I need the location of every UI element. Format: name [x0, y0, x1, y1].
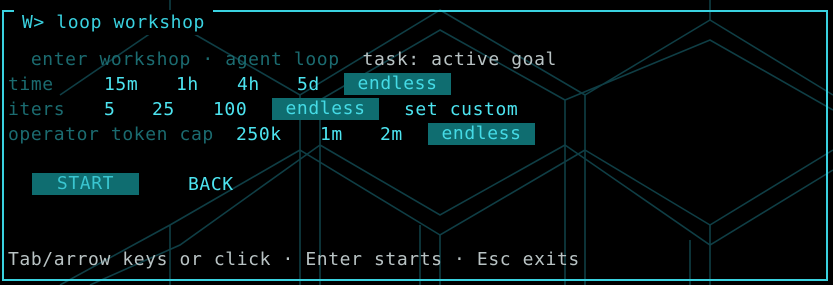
back-button[interactable]: BACK — [188, 172, 234, 197]
time-option-1h[interactable]: 1h — [176, 72, 199, 97]
task-label: task: active goal — [362, 49, 557, 70]
iters-set-custom[interactable]: set custom — [404, 97, 518, 122]
iters-option-5[interactable]: 5 — [104, 97, 115, 122]
iters-label: iters — [8, 99, 66, 120]
start-button[interactable]: START — [32, 173, 139, 195]
time-option-15m[interactable]: 15m — [104, 72, 138, 97]
token-cap-option-250k[interactable]: 250k — [236, 122, 282, 147]
time-label: time — [8, 74, 54, 95]
iters-option-endless-selected[interactable]: endless — [272, 98, 379, 120]
time-option-endless-selected[interactable]: endless — [344, 73, 451, 95]
time-option-5d[interactable]: 5d — [297, 72, 320, 97]
token-cap-option-2m[interactable]: 2m — [380, 122, 403, 147]
token-cap-option-1m[interactable]: 1m — [320, 122, 343, 147]
token-cap-option-endless-selected[interactable]: endless — [428, 123, 535, 145]
help-text: Tab/arrow keys or click · Enter starts ·… — [8, 249, 580, 270]
token-cap-label: operator token cap — [8, 124, 214, 145]
time-option-4h[interactable]: 4h — [237, 72, 260, 97]
iters-option-100[interactable]: 100 — [213, 97, 247, 122]
mode-label: enter workshop · agent loop — [30, 49, 340, 70]
header-row: enter workshop · agent loop task: active… — [8, 22, 557, 72]
iters-option-25[interactable]: 25 — [152, 97, 175, 122]
